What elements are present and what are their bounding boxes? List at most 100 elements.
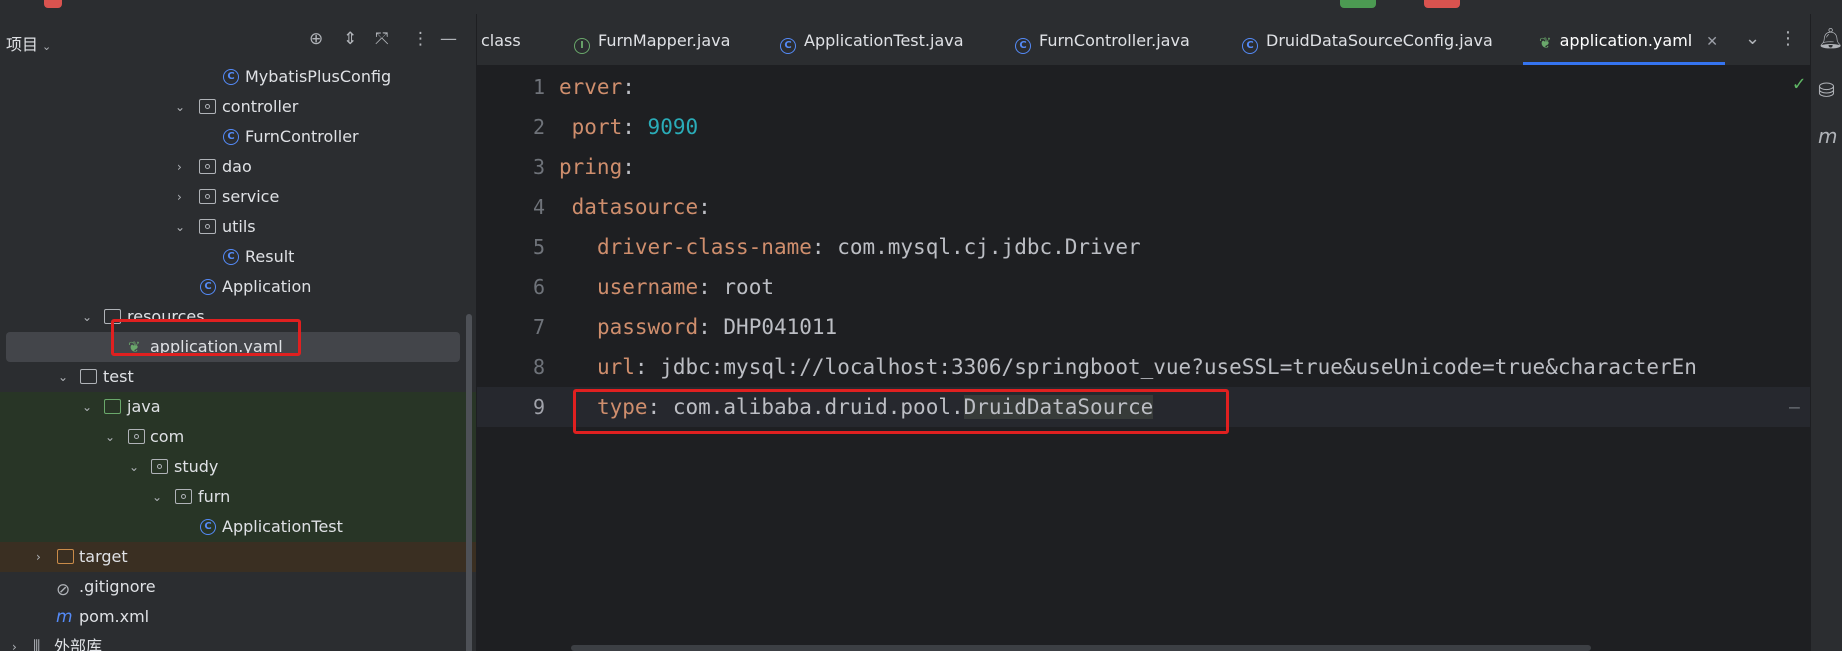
highlighted-word: DruidDataSource (963, 395, 1154, 419)
tree-item-target[interactable]: › target (0, 542, 476, 572)
line-number: 4 (532, 195, 545, 219)
code-line[interactable]: datasource: (559, 195, 711, 219)
tree-item-service[interactable]: › service (0, 182, 476, 212)
tree-item-controller[interactable]: ⌄ controller (0, 92, 476, 122)
yaml-value: root (723, 275, 774, 299)
chevron-down-icon: ⌄ (42, 40, 52, 53)
tree-item-label: 外部库 (54, 637, 103, 651)
stop-button[interactable] (1424, 0, 1460, 8)
database-icon[interactable]: ⛁ (1818, 78, 1835, 102)
chevron-down-icon[interactable]: ⌄ (152, 482, 162, 512)
chevron-down-icon[interactable]: ⌄ (105, 422, 115, 452)
chevron-down-icon[interactable]: ⌄ (82, 392, 92, 422)
project-view-selector[interactable]: 项目 ⌄ (6, 31, 51, 55)
interface-icon: I (574, 38, 590, 54)
code-line[interactable]: url: jdbc:mysql://localhost:3306/springb… (559, 355, 1697, 379)
yaml-colon: : (698, 315, 711, 339)
no-problems-check-icon[interactable]: ✓ (1793, 71, 1805, 95)
tab-druiddatasourceconfig[interactable]: C DruidDataSourceConfig.java (1242, 14, 1493, 66)
expand-all-icon[interactable]: ⇕ (343, 29, 357, 49)
code-line[interactable]: password: DHP041011 (559, 315, 837, 339)
yaml-colon: : (698, 195, 711, 219)
code-line[interactable]: erver: (559, 75, 635, 99)
tree-item-test[interactable]: ⌄ test (0, 362, 476, 392)
class-icon: C (1242, 38, 1258, 54)
class-icon: C (200, 519, 216, 535)
tree-item-study[interactable]: ⌄ study (0, 452, 476, 482)
tree-item-com[interactable]: ⌄ com (0, 422, 476, 452)
chevron-right-icon[interactable]: › (177, 152, 182, 182)
window-control-icon[interactable] (44, 0, 62, 8)
chevron-right-icon[interactable]: › (36, 542, 41, 572)
yaml-key: url (596, 355, 635, 379)
notifications-icon[interactable]: 🔔︎ (1818, 26, 1842, 50)
code-line[interactable]: type: com.alibaba.druid.pool.DruidDataSo… (559, 395, 1154, 419)
tree-item-application-yaml[interactable]: ❦ application.yaml (0, 332, 476, 362)
tree-item-external-libraries[interactable]: › ⫼ 外部库 (0, 632, 476, 651)
yaml-value: DHP041011 (723, 315, 838, 339)
tree-item-dao[interactable]: › dao (0, 152, 476, 182)
minimize-icon[interactable]: — (440, 29, 457, 49)
tree-item-label: controller (222, 97, 299, 116)
tree-item-label: com (150, 427, 185, 446)
chevron-right-icon[interactable]: › (177, 182, 182, 212)
run-button[interactable] (1340, 0, 1376, 8)
tree-item[interactable]: C Application (0, 272, 476, 302)
tree-item[interactable]: C ApplicationTest (0, 512, 476, 542)
yaml-key: port (571, 115, 623, 139)
code-line[interactable]: pring: (559, 155, 635, 179)
chevron-right-icon[interactable]: › (12, 632, 17, 651)
close-icon[interactable]: ✕ (1706, 34, 1718, 50)
spring-yaml-icon: ❦ (128, 338, 141, 356)
code-line[interactable]: driver-class-name: com.mysql.cj.jdbc.Dri… (559, 235, 1141, 259)
chevron-down-icon[interactable]: ⌄ (129, 452, 139, 482)
tree-item[interactable]: C MybatisPlusConfig (0, 62, 476, 92)
options-icon[interactable]: ⋮ (412, 29, 429, 49)
tab-label: ApplicationTest.java (804, 31, 964, 50)
tree-item[interactable]: C Result (0, 242, 476, 272)
tree-item-label: study (174, 457, 219, 476)
more-options-icon[interactable]: ⋮ (1779, 28, 1797, 49)
ignore-file-icon: ⊘ (56, 580, 71, 600)
tree-item-utils[interactable]: ⌄ utils (0, 212, 476, 242)
editor-tab-bar: class I FurnMapper.java C ApplicationTest.… (477, 14, 1810, 66)
tab-applicationtest[interactable]: C ApplicationTest.java (780, 14, 964, 66)
tree-item-resources[interactable]: ⌄ resources (0, 302, 476, 332)
collapse-all-icon[interactable]: ⤧ (375, 29, 389, 49)
tree-item-pom[interactable]: m pom.xml (0, 602, 476, 632)
project-scrollbar[interactable] (466, 314, 472, 651)
yaml-value: com.alibaba.druid.pool. (672, 395, 964, 419)
yaml-value: jdbc:mysql://localhost:3306/springboot_v… (660, 355, 1697, 379)
locate-icon[interactable]: ⊕ (309, 29, 323, 49)
chevron-down-icon[interactable]: ⌄ (175, 92, 185, 122)
tab-application-yaml[interactable]: ❦ application.yaml ✕ (1539, 14, 1718, 66)
code-editor[interactable]: ✓ — erver: port: 9090 pring: datasource: … (477, 67, 1810, 651)
tree-item[interactable]: C FurnController (0, 122, 476, 152)
folder-icon (80, 369, 97, 384)
tab-class[interactable]: class (481, 14, 521, 66)
tree-item-furn[interactable]: ⌄ furn (0, 482, 476, 512)
yaml-value: 9090 (647, 115, 699, 139)
yaml-colon: : (698, 275, 711, 299)
code-line[interactable]: port: 9090 (559, 115, 698, 139)
class-icon: C (780, 38, 796, 54)
chevron-down-icon[interactable]: ⌄ (1745, 28, 1760, 49)
chevron-down-icon[interactable]: ⌄ (175, 212, 185, 242)
excluded-folder-icon (57, 549, 74, 564)
tab-furncontroller[interactable]: C FurnController.java (1015, 14, 1190, 66)
horizontal-scrollbar[interactable] (571, 645, 1591, 651)
tree-item-java[interactable]: ⌄ java (0, 392, 476, 422)
tree-item-gitignore[interactable]: ⊘ .gitignore (0, 572, 476, 602)
chevron-down-icon[interactable]: ⌄ (82, 302, 92, 332)
tree-item-label: Application (222, 277, 312, 296)
maven-icon[interactable]: m (1818, 124, 1837, 148)
chevron-down-icon[interactable]: ⌄ (58, 362, 68, 392)
yaml-colon: : (811, 235, 825, 259)
code-line[interactable]: username: root (559, 275, 774, 299)
title-bar-strip (0, 0, 1842, 14)
tab-furnmapper[interactable]: I FurnMapper.java (574, 14, 730, 66)
